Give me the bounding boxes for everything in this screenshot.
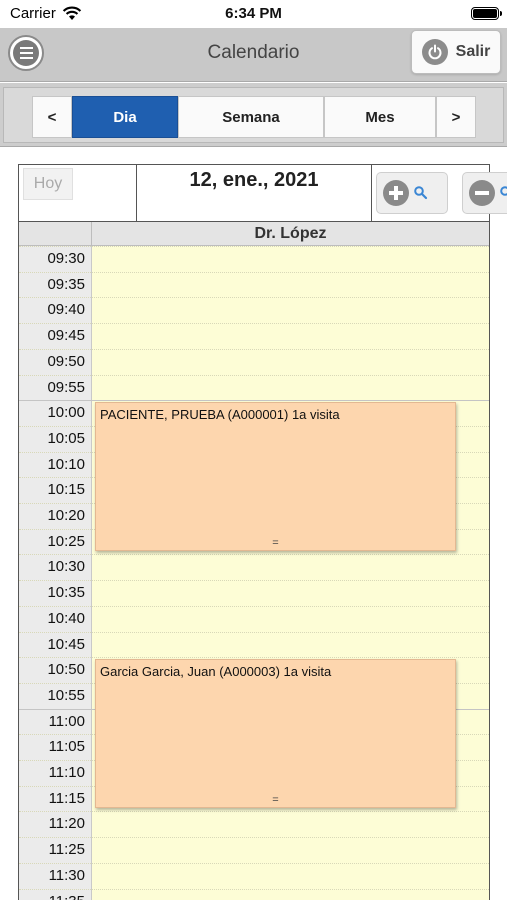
time-slot-label: 09:45 (47, 327, 85, 345)
time-slot-label: 11:10 (48, 764, 85, 781)
tab-month[interactable]: Mes (324, 96, 436, 138)
time-slot-label: 10:35 (47, 584, 85, 602)
next-period-button[interactable]: > (436, 96, 476, 138)
time-slot-line (19, 580, 489, 582)
time-slot-line (19, 323, 489, 325)
clock-label: 6:34 PM (225, 5, 282, 22)
time-slot-line (19, 297, 489, 299)
appointment-label: PACIENTE, PRUEBA (A000001) 1a visita (100, 407, 340, 423)
current-date: 12, ene., 2021 (189, 169, 319, 191)
time-slot-label: 09:40 (47, 301, 85, 319)
appointment-label: Garcia Garcia, Juan (A000003) 1a visita (100, 664, 332, 680)
time-slot-label: 11:00 (48, 712, 85, 730)
zoom-out-icon (469, 180, 495, 206)
magnifier-icon (414, 186, 428, 200)
time-slot-line (19, 246, 489, 247)
time-slot-label: 11:35 (19, 893, 85, 900)
status-bar: Carrier 6:34 PM (0, 0, 507, 28)
column-header: Dr. López (19, 222, 489, 246)
time-slot-label: 11:20 (48, 815, 85, 833)
resize-handle[interactable]: = (96, 538, 455, 549)
time-slot-label: 11:30 (48, 866, 85, 884)
zoom-out-button[interactable] (462, 172, 507, 214)
today-button[interactable]: Hoy (23, 168, 73, 200)
time-slot-label: 09:30 (47, 250, 85, 267)
resize-handle[interactable]: = (96, 795, 455, 806)
time-slot-line (19, 811, 489, 813)
time-slot-line (19, 271, 489, 273)
tab-week[interactable]: Semana (178, 96, 324, 138)
time-slot-label: 11:25 (48, 841, 85, 859)
nav-bar: Calendario Salir (0, 28, 507, 82)
time-slot-label: 10:55 (47, 686, 85, 704)
prev-period-button[interactable]: < (32, 96, 72, 138)
power-icon (421, 39, 448, 65)
time-slot-label: 10:50 (47, 661, 85, 679)
time-slot-label: 10:05 (47, 429, 85, 447)
tab-day[interactable]: Dia (72, 96, 178, 138)
time-slot-line (19, 374, 489, 376)
time-slot-label: 10:00 (47, 404, 85, 422)
time-slot-label: 10:25 (47, 532, 85, 550)
time-slot-line (19, 657, 489, 659)
time-slot-line (19, 605, 489, 607)
time-slot-line (19, 888, 489, 890)
appointment-block[interactable]: PACIENTE, PRUEBA (A000001) 1a visita = (95, 402, 456, 552)
time-slot-label: 10:40 (47, 609, 85, 627)
time-slot-label: 10:45 (47, 635, 85, 653)
time-slot-label: 10:15 (47, 481, 85, 499)
time-slot-label: 11:05 (48, 738, 85, 756)
time-slot-line (19, 348, 489, 350)
header-divider (371, 165, 372, 221)
logout-label: Salir (455, 43, 491, 60)
time-slot-label: 10:30 (47, 558, 85, 576)
time-slot-label: 10:20 (47, 507, 85, 524)
logout-button[interactable]: Salir (411, 30, 501, 74)
time-slot-line (19, 400, 489, 402)
time-slot-line (19, 862, 489, 864)
magnifier-icon (500, 186, 507, 196)
time-slot-line (19, 631, 489, 633)
time-slot-label: 11:15 (48, 789, 85, 807)
doctor-column-header: Dr. López (254, 225, 327, 242)
zoom-in-button[interactable] (376, 172, 448, 214)
time-slot-label: 10:10 (47, 455, 85, 473)
time-slot-label: 09:50 (47, 352, 85, 370)
view-switcher-bar: < Dia Semana Mes > (0, 83, 507, 147)
time-slot-label: 09:55 (47, 378, 85, 396)
time-slot-label: 09:35 (47, 275, 85, 293)
time-slot-line (19, 837, 489, 839)
zoom-in-icon (383, 180, 409, 206)
time-slot-line (19, 554, 489, 556)
battery-icon (471, 7, 502, 20)
appointment-block[interactable]: Garcia Garcia, Juan (A000003) 1a visita = (95, 659, 456, 809)
time-column-header (19, 222, 92, 246)
day-schedule-grid: Dr. López 09:30 09:35 09:40 09:45 09:50 09:55… (18, 222, 490, 900)
